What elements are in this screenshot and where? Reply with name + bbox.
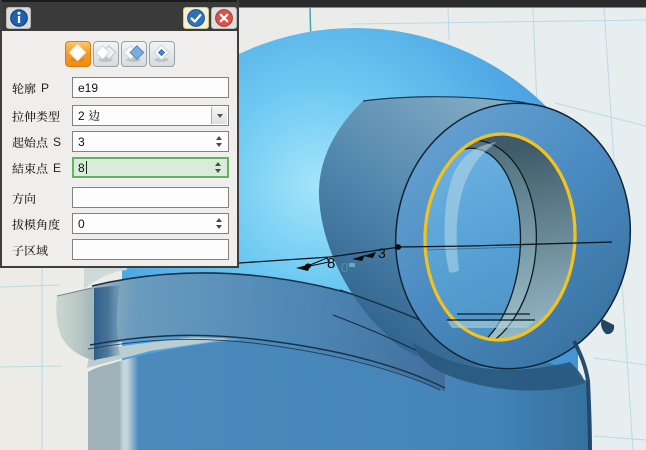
svg-text:8: 8 [327,255,335,272]
svg-text:0: 0 [341,260,348,275]
svg-text:3: 3 [378,245,386,261]
